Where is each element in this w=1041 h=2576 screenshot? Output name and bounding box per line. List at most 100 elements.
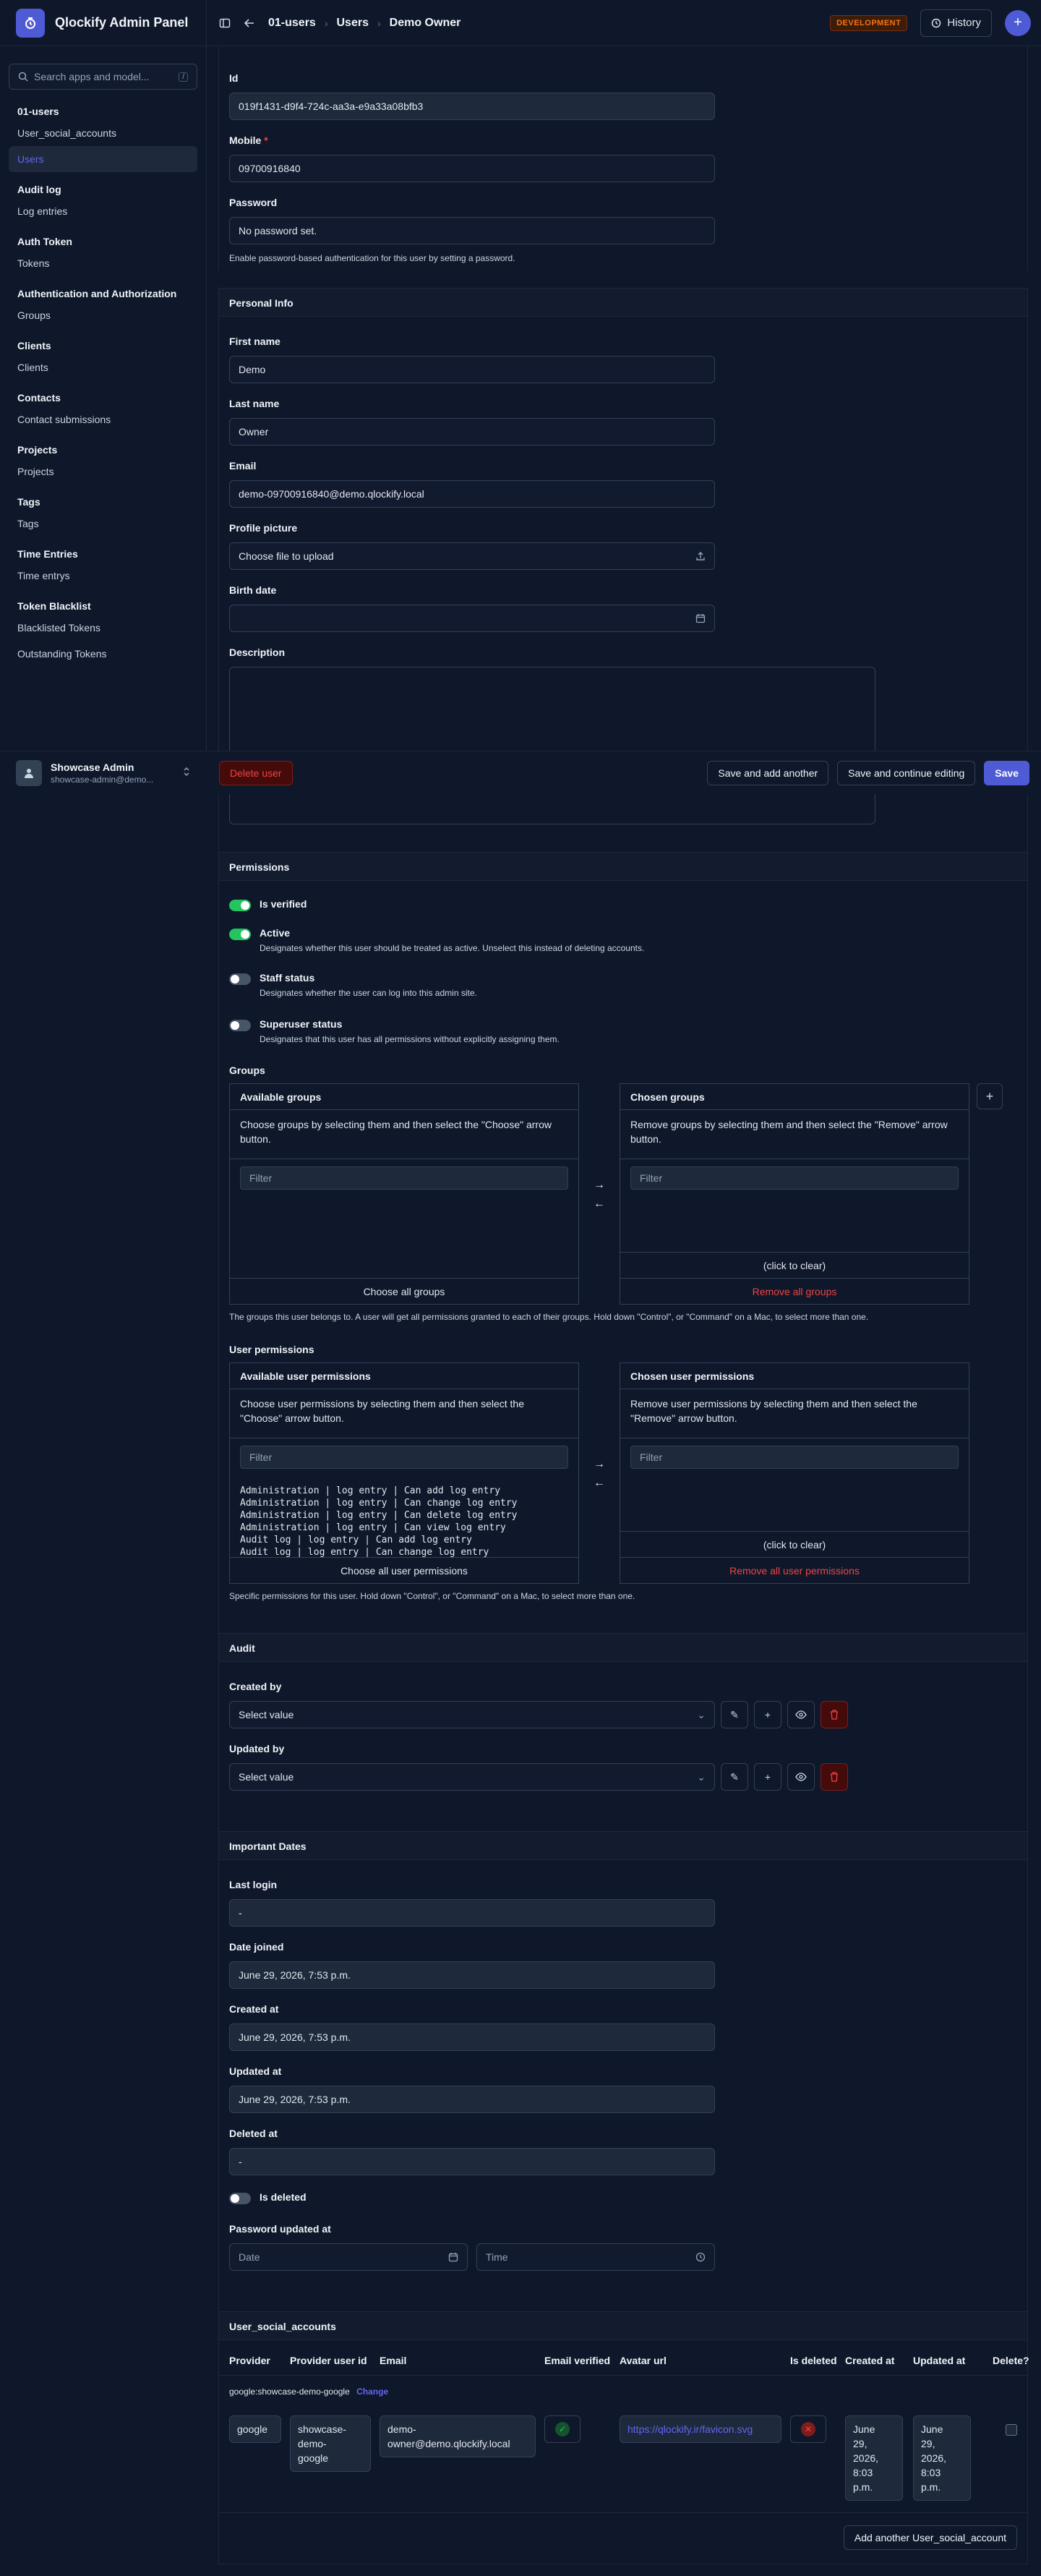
chosen-groups-filter[interactable]: Filter (630, 1167, 959, 1190)
available-permissions-list[interactable]: Administration | log entry | Can add log… (240, 1485, 518, 1560)
groups-move-arrows: → ← (594, 1176, 605, 1214)
brand[interactable]: Qlockify Admin Panel (0, 0, 206, 46)
last-name-input[interactable]: Owner (229, 418, 715, 445)
back-arrow-icon[interactable] (244, 17, 255, 29)
save-button[interactable]: Save (984, 760, 1029, 785)
check-circle-icon: ✓ (555, 2422, 570, 2436)
remove-all-groups-link[interactable]: Remove all groups (620, 1278, 969, 1304)
chosen-permissions-filter[interactable]: Filter (630, 1446, 959, 1469)
history-button[interactable]: History (920, 9, 992, 37)
deleted-at-field: - (229, 2148, 715, 2175)
sidebar-item[interactable]: Outstanding Tokens (9, 641, 197, 667)
app-title: Qlockify Admin Panel (55, 15, 189, 30)
delete-user-button[interactable]: Delete user (219, 760, 293, 785)
breadcrumb-model[interactable]: Users (337, 17, 369, 30)
arrow-left-icon[interactable]: ← (594, 1474, 605, 1493)
sidebar-item[interactable]: Tags (9, 511, 197, 537)
social-email-input[interactable]: demo- owner@demo.qlockify.local (380, 2415, 536, 2457)
arrow-left-icon[interactable]: ← (594, 1195, 605, 1214)
delete-updated-by-button[interactable] (821, 1763, 848, 1791)
sidebar-item[interactable]: Projects (9, 459, 197, 485)
permission-option[interactable]: Administration | log entry | Can delete … (240, 1509, 518, 1522)
mobile-input[interactable]: 09700916840 (229, 155, 715, 182)
active-toggle[interactable]: Active Designates whether this user shou… (229, 927, 644, 953)
add-group-button[interactable]: + (977, 1083, 1003, 1109)
delete-checkbox[interactable] (1006, 2424, 1017, 2436)
edit-updated-by-button[interactable]: ✎ (721, 1763, 748, 1791)
switch-off[interactable] (229, 973, 251, 985)
is-verified-toggle[interactable]: Is verified (229, 898, 307, 911)
permission-option[interactable]: Audit log | log entry | Can add log entr… (240, 1534, 518, 1546)
sidebar-item[interactable]: Groups (9, 302, 197, 328)
sidebar-item[interactable]: Log entries (9, 198, 197, 224)
email-label: Email (229, 460, 257, 472)
provider-user-id-input[interactable]: showcase- demo- google (290, 2415, 371, 2472)
permission-option[interactable]: Administration | log entry | Can view lo… (240, 1522, 518, 1534)
sidebar-item[interactable]: Tokens (9, 250, 197, 276)
avatar (16, 759, 42, 786)
sidebar-item[interactable]: User_social_accounts (9, 120, 197, 146)
choose-all-groups-link[interactable]: Choose all groups (230, 1278, 578, 1304)
available-groups-filter[interactable]: Filter (240, 1167, 568, 1190)
delete-created-by-button[interactable] (821, 1701, 848, 1728)
switch-off[interactable] (229, 1020, 251, 1031)
view-created-by-button[interactable] (787, 1701, 815, 1728)
edit-created-by-button[interactable]: ✎ (721, 1701, 748, 1728)
profile-picture-upload[interactable]: Choose file to upload (229, 542, 715, 570)
permission-option[interactable]: Administration | log entry | Can add log… (240, 1485, 518, 1497)
plus-icon: + (1014, 14, 1022, 30)
birth-date-label: Birth date (229, 584, 277, 596)
add-updated-by-button[interactable]: + (754, 1763, 781, 1791)
change-link[interactable]: Change (356, 2387, 388, 2397)
breadcrumb-object: Demo Owner (389, 16, 461, 29)
sidebar-toggle-icon[interactable] (219, 17, 231, 29)
calendar-icon (448, 2253, 458, 2262)
remove-all-permissions-link[interactable]: Remove all user permissions (620, 1557, 969, 1583)
created-by-select[interactable]: Select value ⌄ (229, 1701, 715, 1728)
updated-by-select[interactable]: Select value ⌄ (229, 1763, 715, 1791)
add-created-by-button[interactable]: + (754, 1701, 781, 1728)
avatar-url-link[interactable]: https://qlockify.ir/favicon.svg (620, 2415, 781, 2443)
sidebar-item[interactable]: Clients (9, 354, 197, 380)
arrow-right-icon[interactable]: → (594, 1455, 605, 1474)
arrow-right-icon[interactable]: → (594, 1176, 605, 1195)
email-verified-field[interactable]: ✓ (544, 2415, 581, 2443)
sidebar-item[interactable]: Blacklisted Tokens (9, 615, 197, 641)
password-updated-time-input[interactable]: Time (476, 2243, 715, 2271)
permission-option[interactable]: Administration | log entry | Can change … (240, 1497, 518, 1509)
email-input[interactable]: demo-09700916840@demo.qlockify.local (229, 480, 715, 508)
sidebar-item[interactable]: Users (9, 146, 197, 172)
is-deleted-field[interactable]: ✕ (790, 2415, 826, 2443)
save-add-another-button[interactable]: Save and add another (707, 760, 829, 785)
clear-permissions-link[interactable]: (click to clear) (620, 1531, 969, 1557)
choose-all-permissions-link[interactable]: Choose all user permissions (230, 1557, 578, 1583)
view-updated-by-button[interactable] (787, 1763, 815, 1791)
breadcrumb-app[interactable]: 01-users (268, 17, 316, 30)
clear-groups-link[interactable]: (click to clear) (620, 1252, 969, 1278)
chevron-down-icon: ⌄ (697, 1708, 706, 1720)
user-menu[interactable]: Showcase Admin showcase-admin@demo... (0, 751, 207, 794)
add-another-social-account-button[interactable]: Add another User_social_account (843, 2525, 1017, 2550)
is-deleted-toggle[interactable]: Is deleted (229, 2191, 307, 2204)
switch-on[interactable] (229, 929, 251, 940)
sidebar-item[interactable]: Contact submissions (9, 406, 197, 432)
birth-date-input[interactable] (229, 605, 715, 632)
superuser-status-toggle[interactable]: Superuser status Designates that this us… (229, 1018, 560, 1044)
sidebar-item[interactable]: Time entrys (9, 563, 197, 589)
chosen-groups-help: Remove groups by selecting them and then… (620, 1110, 969, 1159)
sidebar-search-input[interactable]: Search apps and model... / (9, 64, 197, 90)
first-name-input[interactable]: Demo (229, 356, 715, 383)
personal-info-fieldset: Personal Info First name Demo Last name … (218, 288, 1028, 892)
column-header: Provider user id (290, 2355, 367, 2366)
description-textarea[interactable] (229, 667, 875, 824)
available-permissions-filter[interactable]: Filter (240, 1446, 568, 1469)
staff-status-toggle[interactable]: Staff status Designates whether the user… (229, 972, 477, 998)
provider-input[interactable]: google (229, 2415, 281, 2443)
save-continue-button[interactable]: Save and continue editing (837, 760, 976, 785)
switch-off[interactable] (229, 2193, 251, 2204)
password-label: Password (229, 197, 278, 208)
switch-on[interactable] (229, 900, 251, 911)
add-button[interactable]: + (1005, 9, 1031, 36)
password-updated-date-input[interactable]: Date (229, 2243, 468, 2271)
available-groups-title: Available groups (230, 1084, 578, 1110)
